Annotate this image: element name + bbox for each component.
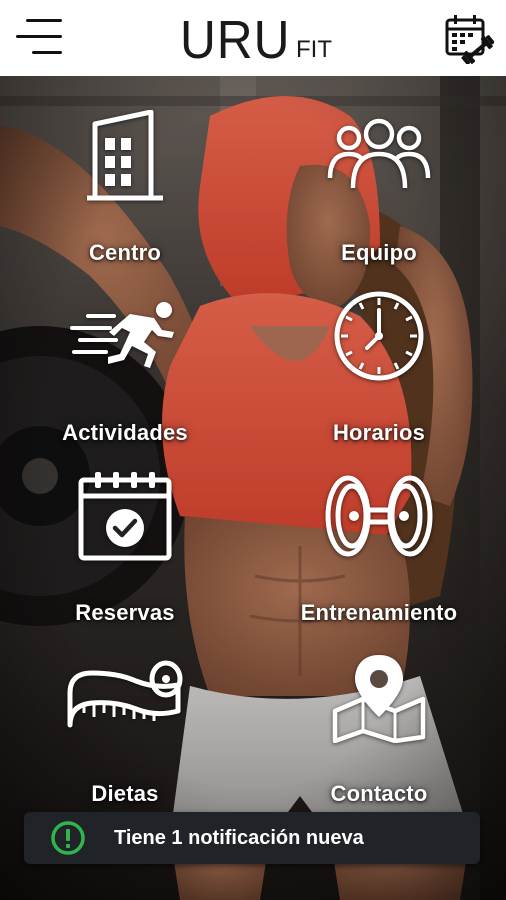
logo-main-text: URU [180, 10, 291, 70]
notification-text: Tiene 1 notificación nueva [114, 827, 364, 849]
alert-icon [50, 821, 86, 860]
tile-horarios[interactable]: Horarios [279, 290, 479, 460]
tile-dietas[interactable]: Dietas [25, 651, 225, 821]
team-icon [327, 116, 431, 197]
tile-equipo-label: Equipo [341, 240, 417, 265]
measuring-tape-icon [66, 659, 184, 744]
tile-centro-label: Centro [88, 240, 162, 265]
tile-reservas[interactable]: Reservas [25, 470, 225, 640]
tile-horarios-label: Horarios [332, 420, 426, 445]
tile-dietas-label: Dietas [91, 781, 159, 806]
app-logo: URU FIT [180, 6, 332, 70]
building-icon [85, 109, 165, 207]
tile-actividades-label: Actividades [62, 420, 188, 445]
tile-centro[interactable]: Centro [25, 109, 225, 280]
tile-actividades[interactable]: Actividades [25, 290, 225, 460]
calendar-check-icon [77, 470, 173, 567]
hamburger-menu-icon[interactable] [16, 19, 62, 55]
tile-contacto-label: Contacto [330, 781, 428, 806]
tile-entrenamiento-label: Entrenamiento [300, 600, 458, 625]
logo-sub-text: FIT [296, 36, 332, 63]
app-header: URU FIT [0, 0, 506, 76]
map-pin-icon [327, 651, 431, 748]
menu-grid: Centro Equipo Actividades Horarios Reser… [0, 76, 506, 816]
notification-bar[interactable]: Tiene 1 notificación nueva [24, 812, 480, 864]
calendar-dumbbell-icon[interactable] [444, 12, 495, 65]
tile-contacto[interactable]: Contacto [279, 651, 479, 821]
running-person-icon [70, 300, 180, 375]
tile-equipo[interactable]: Equipo [279, 110, 479, 280]
tile-entrenamiento[interactable]: Entrenamiento [279, 470, 479, 640]
clock-icon [333, 290, 425, 387]
tile-reservas-label: Reservas [75, 600, 175, 625]
dumbbell-icon [322, 474, 436, 563]
